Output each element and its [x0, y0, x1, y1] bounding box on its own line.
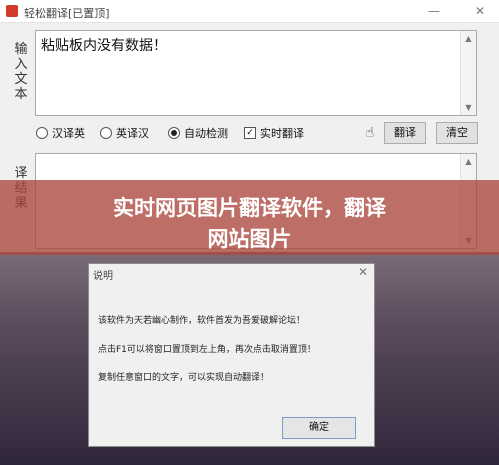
radio-auto-detect[interactable]: 自动检测	[168, 125, 228, 141]
dialog-message-line: 复制任意窗口的文字，可以实现自动翻译！	[98, 373, 270, 383]
radio-label: 英译汉	[116, 127, 149, 140]
minimize-button[interactable]: —	[420, 3, 448, 19]
input-scrollbar[interactable]: ▲ ▼	[460, 31, 476, 115]
dialog-message-line: 点击F1可以将窗口置顶到左上角，再次点击取消置顶！	[98, 345, 316, 355]
banner-line-1: 实时网页图片翻译软件，翻译	[113, 196, 386, 220]
scroll-down-icon[interactable]: ▼	[461, 100, 476, 115]
input-text: 粘贴板内没有数据！	[41, 38, 167, 54]
radio-label: 汉译英	[52, 127, 85, 140]
dialog-message-line: 该软件为天若幽心制作，软件首发为吾爱破解论坛！	[98, 316, 306, 326]
headline-banner: 实时网页图片翻译软件，翻译 网站图片	[0, 180, 499, 255]
banner-line-2: 网站图片	[207, 227, 292, 251]
clear-button[interactable]: 清空	[436, 122, 478, 144]
checkbox-label: 实时翻译	[260, 127, 304, 140]
scroll-up-icon[interactable]: ▲	[461, 154, 476, 169]
info-dialog: 说明 ✕ 该软件为天若幽心制作，软件首发为吾爱破解论坛！ 点击F1可以将窗口置顶…	[88, 263, 375, 447]
radio-icon[interactable]	[100, 127, 112, 139]
checkbox-realtime[interactable]: ✓ 实时翻译	[244, 125, 304, 141]
dialog-title: 说明	[93, 271, 113, 282]
input-label: 输入文本	[14, 42, 28, 102]
input-textbox[interactable]: 粘贴板内没有数据！ ▲ ▼	[35, 30, 477, 116]
radio-en-zh[interactable]: 英译汉	[100, 125, 149, 141]
app-icon	[6, 5, 18, 17]
radio-label: 自动检测	[184, 127, 228, 140]
scroll-up-icon[interactable]: ▲	[461, 31, 476, 46]
dialog-close-icon[interactable]: ✕	[358, 265, 368, 279]
radio-selected-icon[interactable]	[168, 127, 180, 139]
hand-pointer-icon[interactable]: ☝	[361, 124, 379, 142]
translate-button[interactable]: 翻译	[384, 122, 426, 144]
radio-icon[interactable]	[36, 127, 48, 139]
close-button[interactable]: ✕	[466, 3, 494, 19]
ok-button[interactable]: 确定	[282, 417, 356, 439]
radio-zh-en[interactable]: 汉译英	[36, 125, 85, 141]
title-bar[interactable]: 轻松翻译[已置顶] — ✕	[0, 0, 499, 23]
window-title: 轻松翻译[已置顶]	[24, 7, 110, 20]
checkmark-icon[interactable]: ✓	[244, 127, 256, 139]
